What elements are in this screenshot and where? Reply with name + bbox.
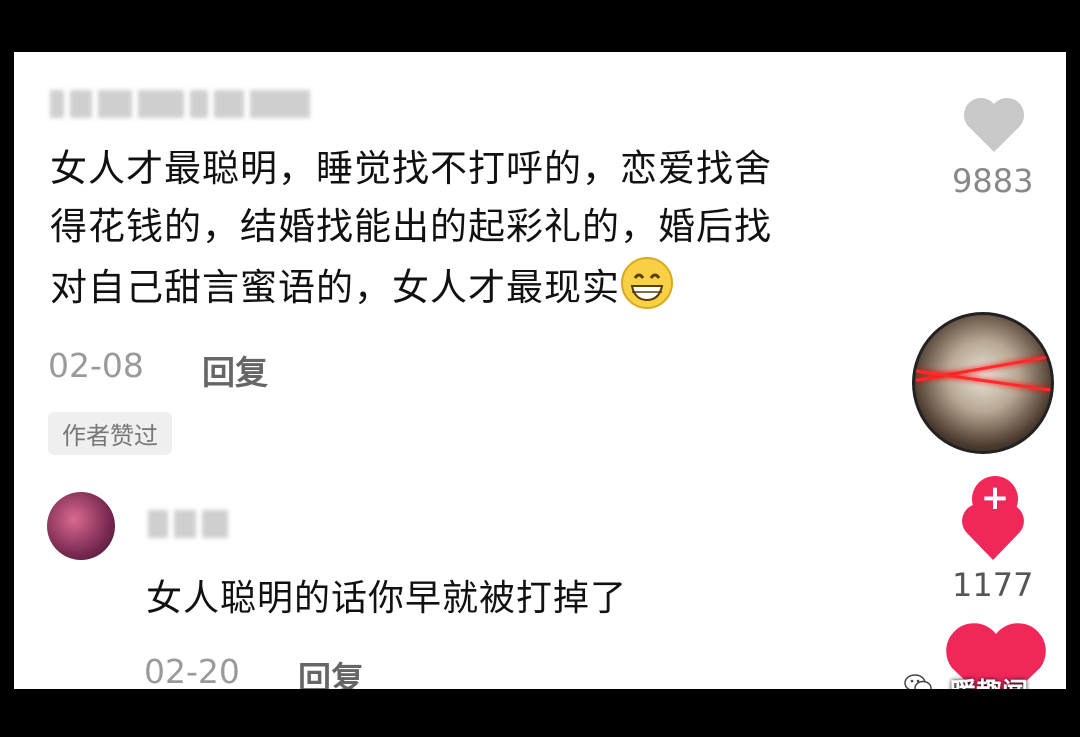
laser-eye-decoration: [915, 355, 1051, 382]
reply-reply-button[interactable]: 回复: [298, 652, 364, 689]
creator-avatar[interactable]: [912, 312, 1054, 454]
reply-body: 女人聪明的话你早就被打掉了: [146, 578, 628, 619]
author-liked-badge: 作者赞过: [48, 412, 172, 455]
comment-line: 对自己甜言蜜语的，女人才最现实: [50, 256, 772, 317]
comment-panel: 女人才最聪明，睡觉找不打呼的，恋爱找舍 得花钱的，结婚找能出的起彩礼的，婚后找 …: [14, 52, 1066, 689]
comment-body: 女人才最聪明，睡觉找不打呼的，恋爱找舍 得花钱的，结婚找能出的起彩礼的，婚后找 …: [50, 140, 772, 317]
comment-line: 女人才最聪明，睡觉找不打呼的，恋爱找舍: [50, 147, 772, 190]
username-blurred[interactable]: [50, 90, 310, 118]
reply-username-blurred[interactable]: [148, 510, 228, 538]
reply-like-count: 1177: [952, 566, 1034, 604]
comment-date: 02-08: [48, 346, 144, 385]
laser-eye-decoration: [915, 369, 1051, 392]
reply-button[interactable]: 回复: [202, 346, 268, 394]
follow-plus-icon[interactable]: +: [972, 476, 1018, 522]
like-count: 9883: [952, 162, 1034, 200]
watermark: 暖趣闻: [950, 672, 1028, 689]
reply-date: 02-20: [144, 652, 240, 689]
comment-line: 得花钱的，结婚找能出的起彩礼的，婚后找: [50, 205, 772, 248]
avatar[interactable]: [47, 492, 115, 560]
heart-icon[interactable]: [962, 96, 1026, 154]
wechat-icon: [904, 674, 932, 689]
grinning-face-icon: [621, 257, 673, 309]
